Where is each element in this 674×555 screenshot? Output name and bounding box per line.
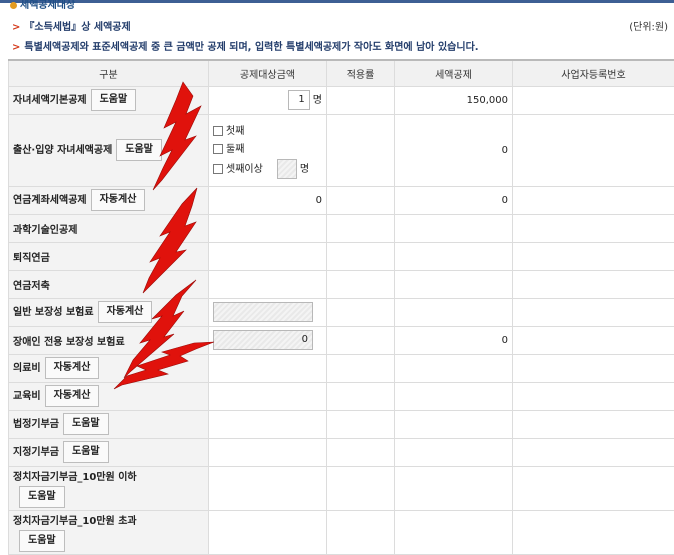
table-row: 출산·입양 자녀세액공제도움말 첫째 둘째 셋째이상명 0: [9, 114, 674, 186]
table-row: 장애인 전용 보장성 보험료 0 0: [9, 326, 674, 354]
credit-value: 0: [395, 186, 513, 214]
section-title: 세액공제대상: [10, 0, 75, 8]
unit-label: (단위:원): [629, 18, 668, 33]
help-button[interactable]: 도움말: [116, 139, 162, 161]
col-header-amount: 공제대상금액: [209, 60, 327, 86]
help-button[interactable]: 도움말: [91, 89, 137, 111]
tax-credit-table: 구분 공제대상금액 적용률 세액공제 사업자등록번호 자녀세액기본공제도움말 1…: [8, 59, 674, 555]
subtitle-law: >『소득세법』상 세액공제: [12, 18, 131, 33]
table-row: 퇴직연금: [9, 242, 674, 270]
amount-value: 0: [209, 186, 327, 214]
help-button[interactable]: 도움말: [63, 413, 109, 435]
row-label: 교육비자동계산: [9, 382, 209, 410]
row-label: 정치자금기부금_10만원 이하도움말: [9, 466, 209, 510]
row-label: 의료비자동계산: [9, 354, 209, 382]
table-row: 정치자금기부금_10만원 초과도움말: [9, 510, 674, 554]
table-row: 교육비자동계산: [9, 382, 674, 410]
row-label: 과학기술인공제: [9, 214, 209, 242]
disabled-insurance-amount-input[interactable]: 0: [213, 330, 313, 350]
row-label: 지정기부금도움말: [9, 438, 209, 466]
bullet-icon: [10, 2, 17, 9]
insurance-amount-input[interactable]: [213, 302, 313, 322]
third-child-checkbox[interactable]: [213, 164, 223, 174]
auto-calc-button[interactable]: 자동계산: [91, 189, 146, 211]
table-row: 연금저축: [9, 270, 674, 298]
col-header-credit: 세액공제: [395, 60, 513, 86]
row-label: 연금계좌세액공제자동계산: [9, 186, 209, 214]
credit-value: 0: [395, 114, 513, 186]
table-row: 의료비자동계산: [9, 354, 674, 382]
row-label: 퇴직연금: [9, 242, 209, 270]
row-label: 장애인 전용 보장성 보험료: [9, 326, 209, 354]
table-row: 일반 보장성 보험료자동계산: [9, 298, 674, 326]
help-button[interactable]: 도움말: [63, 441, 109, 463]
chevron-right-icon: >: [12, 22, 20, 33]
top-border: [0, 0, 674, 3]
row-label: 자녀세액기본공제도움말: [9, 86, 209, 114]
table-row: 연금계좌세액공제자동계산 0 0: [9, 186, 674, 214]
row-label: 정치자금기부금_10만원 초과도움말: [9, 510, 209, 554]
table-header-row: 구분 공제대상금액 적용률 세액공제 사업자등록번호: [9, 60, 674, 86]
row-label: 연금저축: [9, 270, 209, 298]
subtitle-note: >특별세액공제와 표준세액공제 중 큰 금액만 공제 되며, 입력한 특별세액공…: [12, 38, 479, 53]
table-row: 과학기술인공제: [9, 214, 674, 242]
table-row: 지정기부금도움말: [9, 438, 674, 466]
auto-calc-button[interactable]: 자동계산: [45, 357, 100, 379]
help-button[interactable]: 도움말: [19, 486, 65, 508]
col-header-rate: 적용률: [327, 60, 395, 86]
second-child-checkbox[interactable]: [213, 144, 223, 154]
col-header-category: 구분: [9, 60, 209, 86]
row-label: 출산·입양 자녀세액공제도움말: [9, 114, 209, 186]
child-count-input[interactable]: 1: [288, 90, 310, 110]
row-label: 법정기부금도움말: [9, 410, 209, 438]
col-header-bizno: 사업자등록번호: [513, 60, 674, 86]
first-child-checkbox[interactable]: [213, 126, 223, 136]
credit-value: 0: [395, 326, 513, 354]
table-row: 정치자금기부금_10만원 이하도움말: [9, 466, 674, 510]
table-row: 자녀세액기본공제도움말 1명 150,000: [9, 86, 674, 114]
row-label: 일반 보장성 보험료자동계산: [9, 298, 209, 326]
table-row: 법정기부금도움말: [9, 410, 674, 438]
chevron-right-icon: >: [12, 42, 20, 53]
auto-calc-button[interactable]: 자동계산: [98, 301, 153, 323]
credit-value: 150,000: [395, 86, 513, 114]
auto-calc-button[interactable]: 자동계산: [45, 385, 100, 407]
third-child-count-input[interactable]: [277, 159, 297, 179]
